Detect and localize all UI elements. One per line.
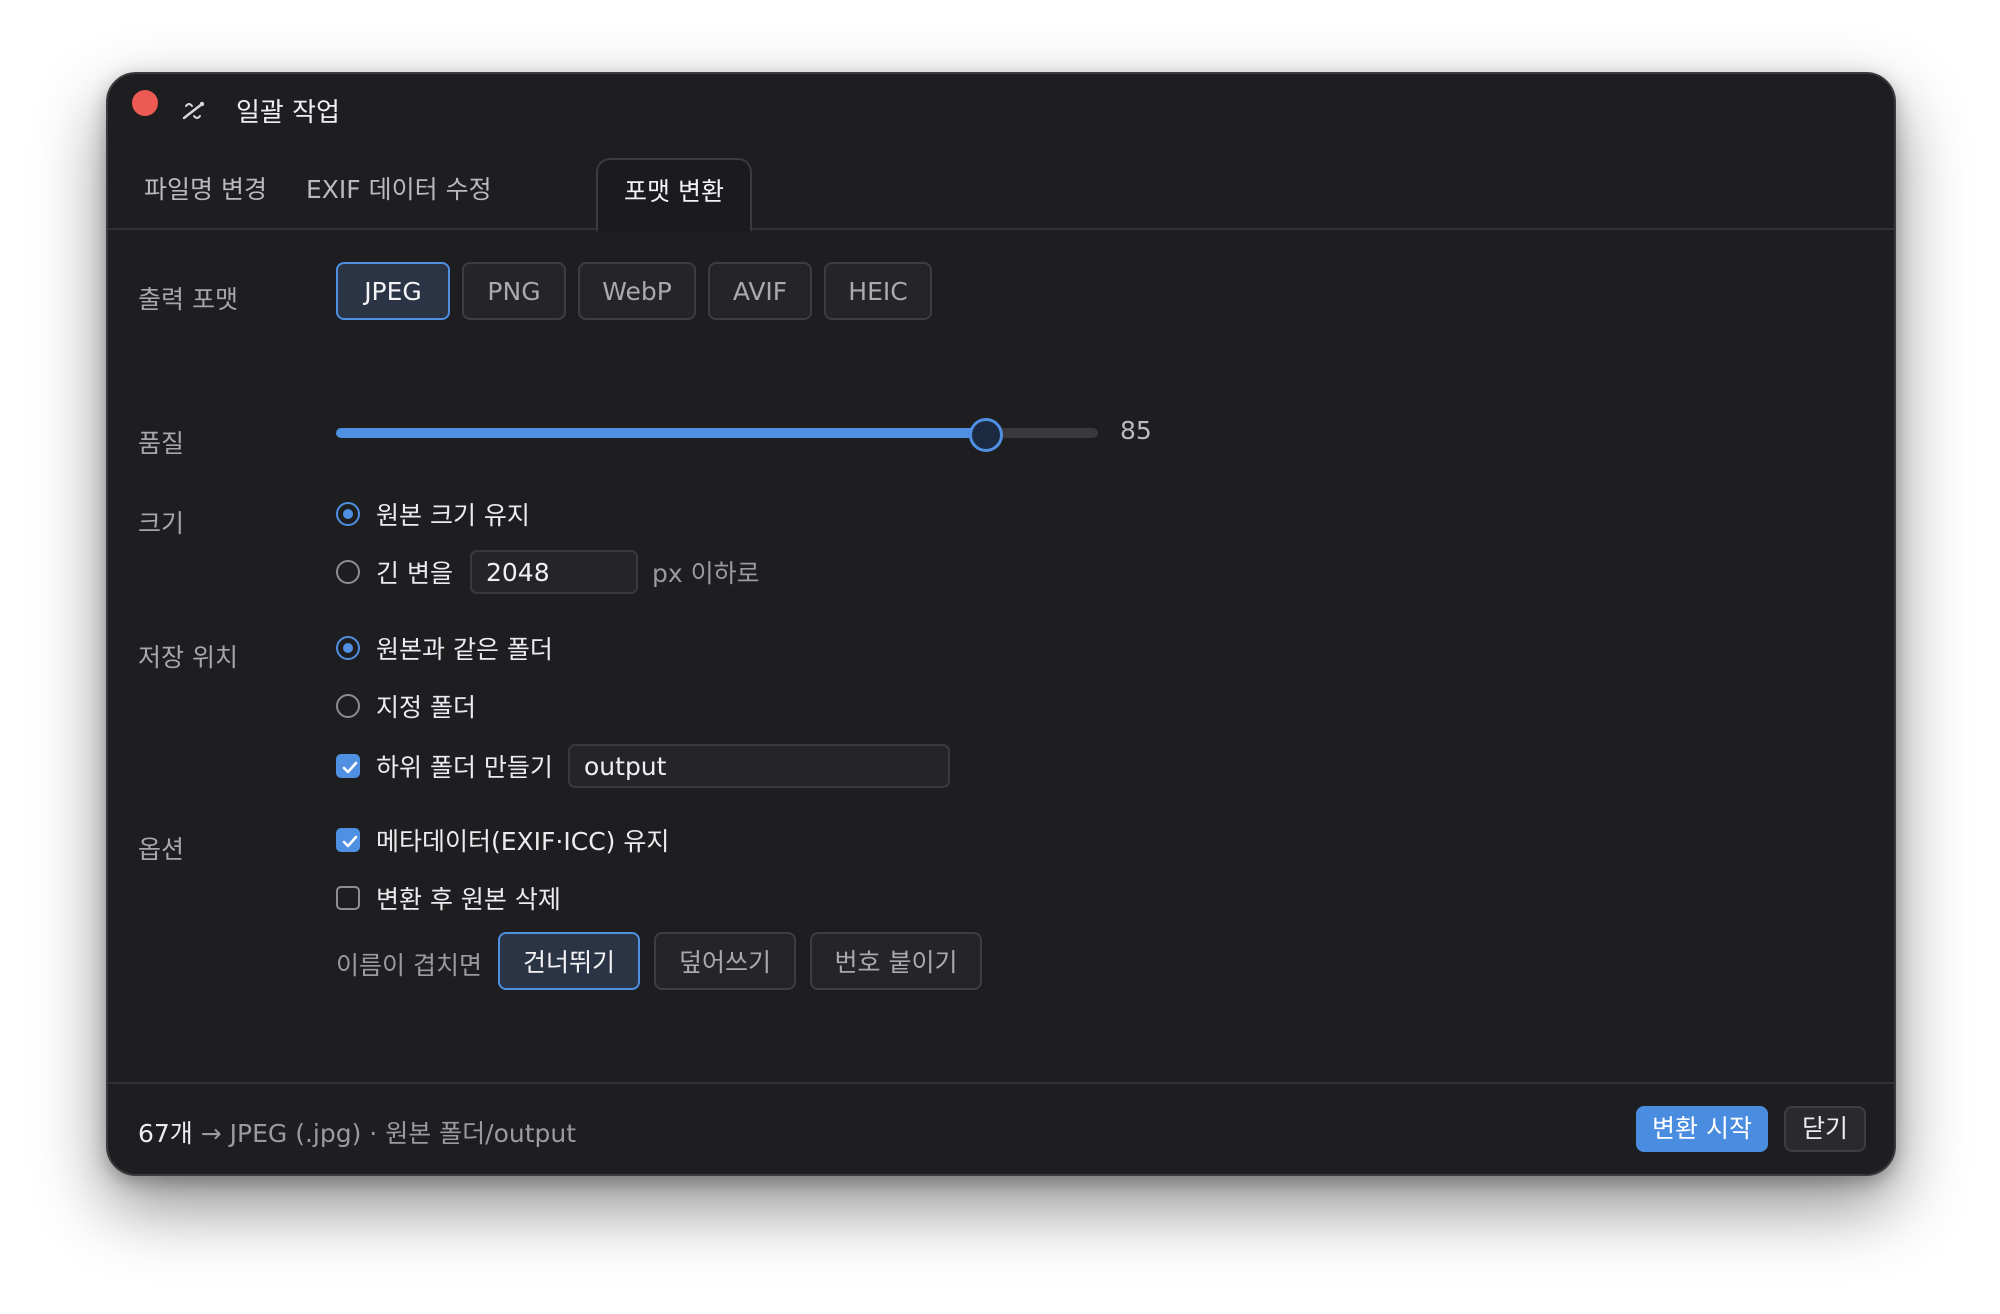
long-side-radio[interactable]: [336, 560, 360, 584]
delete-original-label: 변환 후 원본 삭제: [376, 885, 561, 914]
batch-dialog-window: 일괄 작업 파일명 변경 EXIF 데이터 수정 포맷 변환 출력 포맷 JPE…: [106, 72, 1896, 1176]
same-folder-label: 원본과 같은 폴더: [376, 635, 553, 664]
format-webp-button[interactable]: WebP: [578, 262, 696, 320]
tab-rename[interactable]: 파일명 변경: [118, 158, 293, 226]
keep-metadata-label: 메타데이터(EXIF·ICC) 유지: [376, 827, 670, 856]
same-folder-radio[interactable]: [336, 636, 360, 660]
long-side-suffix: px 이하로: [652, 559, 760, 588]
check-icon: [342, 835, 358, 848]
format-jpeg-button[interactable]: JPEG: [336, 262, 450, 320]
title-bar: 일괄 작업: [108, 74, 1894, 150]
delete-original-checkbox[interactable]: [336, 886, 360, 910]
keep-metadata-checkbox[interactable]: [336, 828, 360, 852]
quality-slider-thumb[interactable]: [968, 418, 1003, 452]
long-side-input[interactable]: [470, 550, 638, 594]
custom-folder-radio[interactable]: [336, 694, 360, 718]
name-conflict-label: 이름이 겹치면: [336, 951, 482, 980]
conflict-skip-button[interactable]: 건너뛰기: [498, 932, 640, 990]
window-title: 일괄 작업: [236, 98, 340, 128]
long-side-label: 긴 변을: [376, 559, 453, 588]
subfolder-name-input[interactable]: [568, 744, 950, 788]
check-icon: [342, 761, 358, 774]
subfolder-label: 하위 폴더 만들기: [376, 753, 553, 782]
output-format-label: 출력 포맷: [138, 285, 238, 314]
start-convert-button[interactable]: 변환 시작: [1636, 1106, 1768, 1152]
quality-slider[interactable]: [336, 418, 1098, 452]
quality-label: 품질: [138, 429, 185, 458]
format-heic-button[interactable]: HEIC: [824, 262, 932, 320]
summary-text: → JPEG (.jpg) · 원본 폴더/output: [192, 1119, 577, 1148]
size-label: 크기: [138, 509, 185, 538]
quality-value: 85: [1120, 416, 1152, 445]
conflict-number-button[interactable]: 번호 붙이기: [810, 932, 982, 990]
tab-exif-edit[interactable]: EXIF 데이터 수정: [280, 158, 518, 226]
format-png-button[interactable]: PNG: [462, 262, 566, 320]
file-count: 67개: [138, 1119, 193, 1148]
wand-icon: [182, 101, 205, 120]
conflict-overwrite-button[interactable]: 덮어쓰기: [654, 932, 796, 990]
close-button[interactable]: 닫기: [1783, 1106, 1866, 1152]
format-avif-button[interactable]: AVIF: [708, 262, 812, 320]
format-convert-panel: 출력 포맷 JPEG PNG WebP AVIF HEIC 품질 85 크기 원…: [108, 230, 1894, 1084]
tab-format-convert[interactable]: 포맷 변환: [596, 158, 752, 232]
close-window-button[interactable]: [132, 90, 158, 116]
keep-original-size-radio[interactable]: [336, 502, 360, 526]
keep-original-size-label: 원본 크기 유지: [376, 501, 530, 530]
tab-bar: 파일명 변경 EXIF 데이터 수정 포맷 변환: [108, 158, 1894, 232]
quality-slider-fill: [336, 428, 984, 438]
custom-folder-label: 지정 폴더: [376, 693, 476, 722]
options-label: 옵션: [138, 835, 185, 864]
dialog-footer: 67개 → JPEG (.jpg) · 원본 폴더/output 변환 시작 닫…: [108, 1082, 1894, 1174]
save-location-label: 저장 위치: [138, 643, 238, 672]
subfolder-checkbox[interactable]: [336, 754, 360, 778]
conversion-summary: 67개 → JPEG (.jpg) · 원본 폴더/output: [138, 1114, 576, 1150]
